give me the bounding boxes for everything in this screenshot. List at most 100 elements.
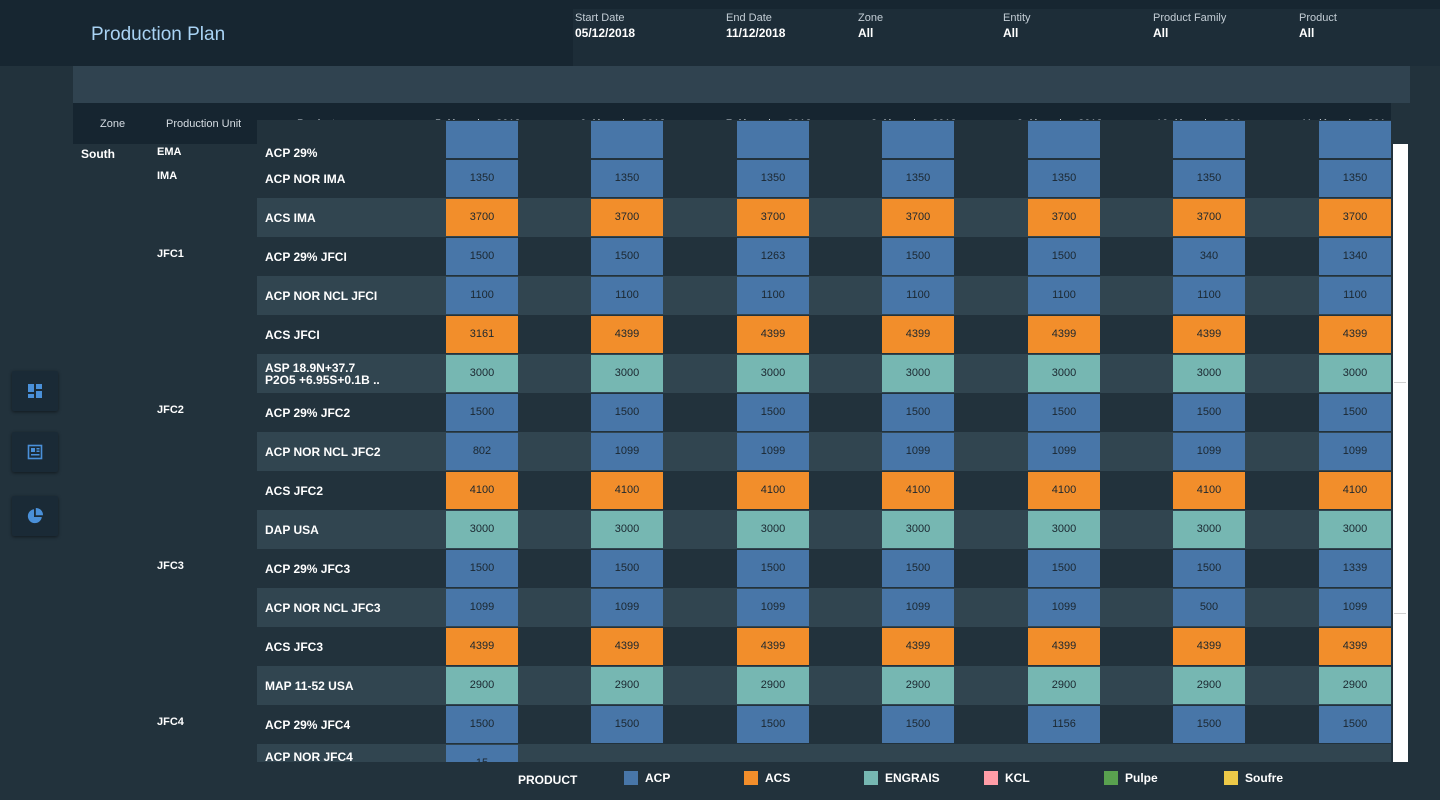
plan-cell[interactable] <box>1028 121 1100 158</box>
plan-cell[interactable]: 1350 <box>446 160 518 197</box>
plan-cell[interactable]: 1100 <box>446 277 518 314</box>
plan-cell[interactable]: 1500 <box>1319 394 1391 431</box>
plan-cell[interactable]: 3700 <box>882 199 954 236</box>
plan-cell[interactable]: 1100 <box>882 277 954 314</box>
plan-cell[interactable]: 1350 <box>1028 160 1100 197</box>
plan-cell[interactable] <box>737 121 809 158</box>
filter-value[interactable]: 11/12/2018 <box>726 26 785 40</box>
plan-cell[interactable]: 4100 <box>446 472 518 509</box>
plan-cell[interactable]: 802 <box>446 433 518 470</box>
nav-dashboard-button[interactable] <box>12 371 58 411</box>
plan-cell[interactable]: 1500 <box>1028 394 1100 431</box>
plan-cell[interactable]: 4399 <box>1173 628 1245 665</box>
plan-cell[interactable]: 1500 <box>1173 394 1245 431</box>
plan-cell[interactable]: 1100 <box>1173 277 1245 314</box>
plan-cell[interactable]: 1099 <box>591 589 663 626</box>
plan-cell[interactable]: 1099 <box>737 589 809 626</box>
plan-cell[interactable]: 1500 <box>1028 550 1100 587</box>
plan-cell[interactable]: 3000 <box>591 511 663 548</box>
plan-cell[interactable]: 4100 <box>1319 472 1391 509</box>
plan-cell[interactable]: 1099 <box>1319 433 1391 470</box>
plan-cell[interactable]: 3700 <box>1028 199 1100 236</box>
plan-cell[interactable]: 340 <box>1173 238 1245 275</box>
nav-report-button[interactable] <box>12 432 58 472</box>
legend-item[interactable]: Soufre <box>1224 771 1283 785</box>
plan-cell[interactable]: 1500 <box>591 238 663 275</box>
plan-cell[interactable]: 1500 <box>446 706 518 743</box>
plan-cell[interactable]: 1263 <box>737 238 809 275</box>
filter-zone[interactable]: Zone All <box>858 12 883 40</box>
plan-cell[interactable]: 3000 <box>446 511 518 548</box>
plan-cell[interactable]: 1099 <box>882 433 954 470</box>
filter-value[interactable]: All <box>858 26 883 40</box>
plan-cell[interactable] <box>1319 121 1391 158</box>
plan-cell[interactable]: 3000 <box>882 355 954 392</box>
plan-cell[interactable]: 2900 <box>737 667 809 704</box>
plan-cell[interactable] <box>591 121 663 158</box>
plan-cell[interactable]: 1100 <box>591 277 663 314</box>
plan-cell[interactable]: 2900 <box>1028 667 1100 704</box>
plan-cell[interactable]: 1500 <box>882 394 954 431</box>
plan-cell[interactable]: 3000 <box>1028 511 1100 548</box>
plan-cell[interactable]: 4100 <box>1173 472 1245 509</box>
plan-cell[interactable]: 1500 <box>446 238 518 275</box>
filter-value[interactable]: All <box>1003 26 1031 40</box>
plan-cell[interactable]: 1339 <box>1319 550 1391 587</box>
plan-cell[interactable]: 4100 <box>737 472 809 509</box>
plan-cell[interactable]: 2900 <box>591 667 663 704</box>
filter-start-date[interactable]: Start Date 05/12/2018 <box>575 12 635 40</box>
header-production-unit[interactable]: Production Unit <box>166 103 241 144</box>
plan-cell[interactable]: 1099 <box>737 433 809 470</box>
plan-cell[interactable]: 4399 <box>1173 316 1245 353</box>
plan-cell[interactable]: 1099 <box>1028 589 1100 626</box>
legend-item[interactable]: KCL <box>984 771 1030 785</box>
plan-cell[interactable] <box>882 121 954 158</box>
plan-cell[interactable]: 15 <box>446 745 518 762</box>
plan-cell[interactable] <box>446 121 518 158</box>
plan-cell[interactable]: 3700 <box>737 199 809 236</box>
plan-cell[interactable]: 4399 <box>1319 628 1391 665</box>
scrollbar-thumb[interactable] <box>1394 382 1406 614</box>
plan-cell[interactable]: 1500 <box>446 550 518 587</box>
plan-cell[interactable]: 1099 <box>1028 433 1100 470</box>
plan-cell[interactable]: 2900 <box>1173 667 1245 704</box>
plan-cell[interactable]: 1099 <box>591 433 663 470</box>
plan-cell[interactable]: 1099 <box>446 589 518 626</box>
filter-entity[interactable]: Entity All <box>1003 12 1031 40</box>
plan-cell[interactable]: 1500 <box>1173 550 1245 587</box>
plan-cell[interactable]: 1500 <box>1319 706 1391 743</box>
plan-cell[interactable]: 3000 <box>1319 355 1391 392</box>
plan-cell[interactable]: 4399 <box>1028 316 1100 353</box>
plan-cell[interactable]: 3000 <box>1173 511 1245 548</box>
plan-cell[interactable]: 4399 <box>591 316 663 353</box>
plan-cell[interactable]: 4399 <box>1028 628 1100 665</box>
plan-cell[interactable]: 4100 <box>591 472 663 509</box>
plan-cell[interactable]: 4399 <box>737 316 809 353</box>
plan-cell[interactable]: 3700 <box>591 199 663 236</box>
plan-cell[interactable]: 2900 <box>1319 667 1391 704</box>
plan-cell[interactable]: 1500 <box>446 394 518 431</box>
plan-cell[interactable]: 1340 <box>1319 238 1391 275</box>
plan-cell[interactable]: 1350 <box>1319 160 1391 197</box>
plan-cell[interactable]: 3000 <box>1319 511 1391 548</box>
plan-cell[interactable]: 3700 <box>1173 199 1245 236</box>
plan-cell[interactable]: 4399 <box>737 628 809 665</box>
plan-cell[interactable]: 1500 <box>591 550 663 587</box>
filter-product[interactable]: Product All <box>1299 12 1337 40</box>
plan-cell[interactable]: 1500 <box>737 550 809 587</box>
legend-item[interactable]: ACS <box>744 771 790 785</box>
plan-cell[interactable]: 4399 <box>446 628 518 665</box>
plan-cell[interactable]: 3000 <box>446 355 518 392</box>
plan-cell[interactable]: 3700 <box>446 199 518 236</box>
vertical-scrollbar[interactable] <box>1393 144 1408 762</box>
plan-cell[interactable]: 3000 <box>882 511 954 548</box>
filter-value[interactable]: All <box>1299 26 1337 40</box>
plan-cell[interactable] <box>1173 121 1245 158</box>
plan-cell[interactable]: 4399 <box>591 628 663 665</box>
nav-analytics-button[interactable] <box>12 496 58 536</box>
plan-cell[interactable]: 3000 <box>1173 355 1245 392</box>
plan-cell[interactable]: 1350 <box>591 160 663 197</box>
plan-cell[interactable]: 1500 <box>882 238 954 275</box>
filter-end-date[interactable]: End Date 11/12/2018 <box>726 12 785 40</box>
header-zone[interactable]: Zone <box>100 103 125 144</box>
